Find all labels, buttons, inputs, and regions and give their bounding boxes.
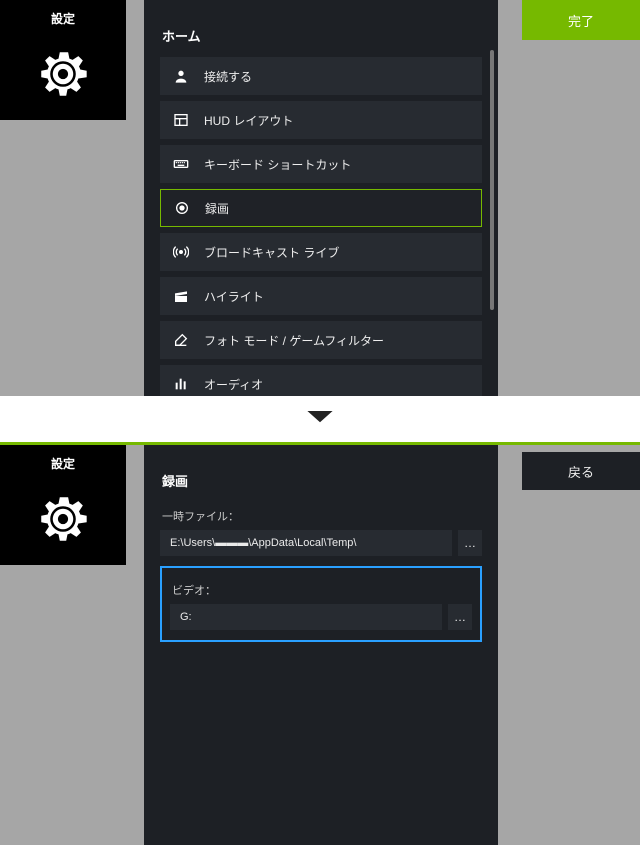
record-title: 録画 — [160, 461, 482, 502]
step-separator — [0, 396, 640, 442]
home-item-label: 接続する — [204, 68, 252, 85]
top-accent-bar — [0, 442, 640, 445]
video-path-highlight: ビデオ： G: … — [160, 566, 482, 642]
temp-file-label: 一時ファイル： — [162, 508, 482, 524]
home-item-keyboard[interactable]: キーボード ショートカット — [160, 145, 482, 183]
settings-label: 設定 — [51, 10, 75, 27]
back-button[interactable]: 戻る — [522, 452, 640, 490]
layout-icon — [172, 111, 190, 129]
home-panel: ホーム 接続する HUD レイアウト キーボード ショートカット 録画 — [144, 0, 498, 396]
edit-icon — [172, 331, 190, 349]
home-item-label: フォト モード / ゲームフィルター — [204, 332, 384, 349]
ellipsis-icon: … — [454, 610, 466, 624]
home-title: ホーム — [160, 16, 482, 57]
equalizer-icon — [172, 375, 190, 393]
home-item-label: ブロードキャスト ライブ — [204, 244, 339, 261]
done-button[interactable]: 完了 — [522, 0, 640, 40]
settings-home-view: 設定 完了 ホーム 接続する HUD レイアウト — [0, 0, 640, 396]
back-button-label: 戻る — [568, 462, 594, 481]
home-item-label: ハイライト — [204, 288, 264, 305]
home-item-label: HUD レイアウト — [204, 112, 293, 129]
gear-icon — [31, 27, 95, 120]
home-scrollbar-thumb[interactable] — [490, 50, 494, 310]
record-panel: 録画 一時ファイル： E:\Users\▬▬▬\AppData\Local\Te… — [144, 445, 498, 845]
user-icon — [172, 67, 190, 85]
video-path-value: G: — [180, 611, 192, 623]
video-label: ビデオ： — [172, 582, 472, 598]
gear-icon — [31, 472, 95, 565]
keyboard-icon — [172, 155, 190, 173]
ellipsis-icon: … — [464, 536, 476, 550]
home-item-label: オーディオ — [204, 376, 263, 393]
home-item-audio[interactable]: オーディオ — [160, 365, 482, 396]
chevron-down-icon — [306, 409, 334, 430]
settings-tile: 設定 — [0, 445, 126, 565]
home-item-record[interactable]: 録画 — [160, 189, 482, 227]
video-path-input[interactable]: G: — [170, 604, 442, 630]
clapper-icon — [172, 287, 190, 305]
record-icon — [173, 199, 191, 217]
done-button-label: 完了 — [568, 11, 594, 30]
home-item-hud[interactable]: HUD レイアウト — [160, 101, 482, 139]
home-item-label: 録画 — [205, 200, 229, 217]
video-path-browse-button[interactable]: … — [448, 604, 472, 630]
settings-label: 設定 — [51, 455, 75, 472]
home-item-connect[interactable]: 接続する — [160, 57, 482, 95]
home-item-broadcast[interactable]: ブロードキャスト ライブ — [160, 233, 482, 271]
temp-file-path-value: E:\Users\▬▬▬\AppData\Local\Temp\ — [170, 537, 356, 549]
home-item-highlight[interactable]: ハイライト — [160, 277, 482, 315]
settings-tile: 設定 — [0, 0, 126, 120]
home-item-photo[interactable]: フォト モード / ゲームフィルター — [160, 321, 482, 359]
broadcast-icon — [172, 243, 190, 261]
home-scrollbar-track[interactable] — [490, 50, 494, 386]
temp-file-path-input[interactable]: E:\Users\▬▬▬\AppData\Local\Temp\ — [160, 530, 452, 556]
home-item-label: キーボード ショートカット — [204, 156, 351, 173]
temp-file-browse-button[interactable]: … — [458, 530, 482, 556]
record-settings-view: 設定 戻る 録画 一時ファイル： E:\Users\▬▬▬\AppData\Lo… — [0, 442, 640, 845]
